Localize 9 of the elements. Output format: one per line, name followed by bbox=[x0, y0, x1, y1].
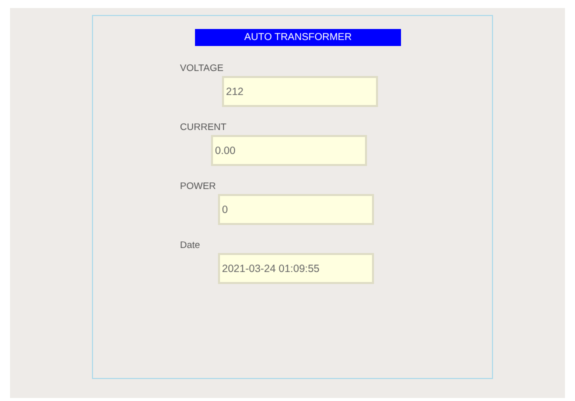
field-label: POWER bbox=[180, 181, 217, 194]
input-field[interactable]: 2021-03-24 01:09:55 bbox=[218, 253, 374, 284]
field-label: CURRENT bbox=[180, 122, 228, 135]
form-title: AUTO TRANSFORMER bbox=[195, 29, 401, 46]
field-label: VOLTAGE bbox=[180, 63, 224, 76]
field-label: Date bbox=[180, 240, 202, 253]
input-field[interactable]: 212 bbox=[222, 76, 378, 107]
input-field[interactable]: 0 bbox=[218, 194, 374, 225]
input-field[interactable]: 0.00 bbox=[211, 135, 367, 166]
